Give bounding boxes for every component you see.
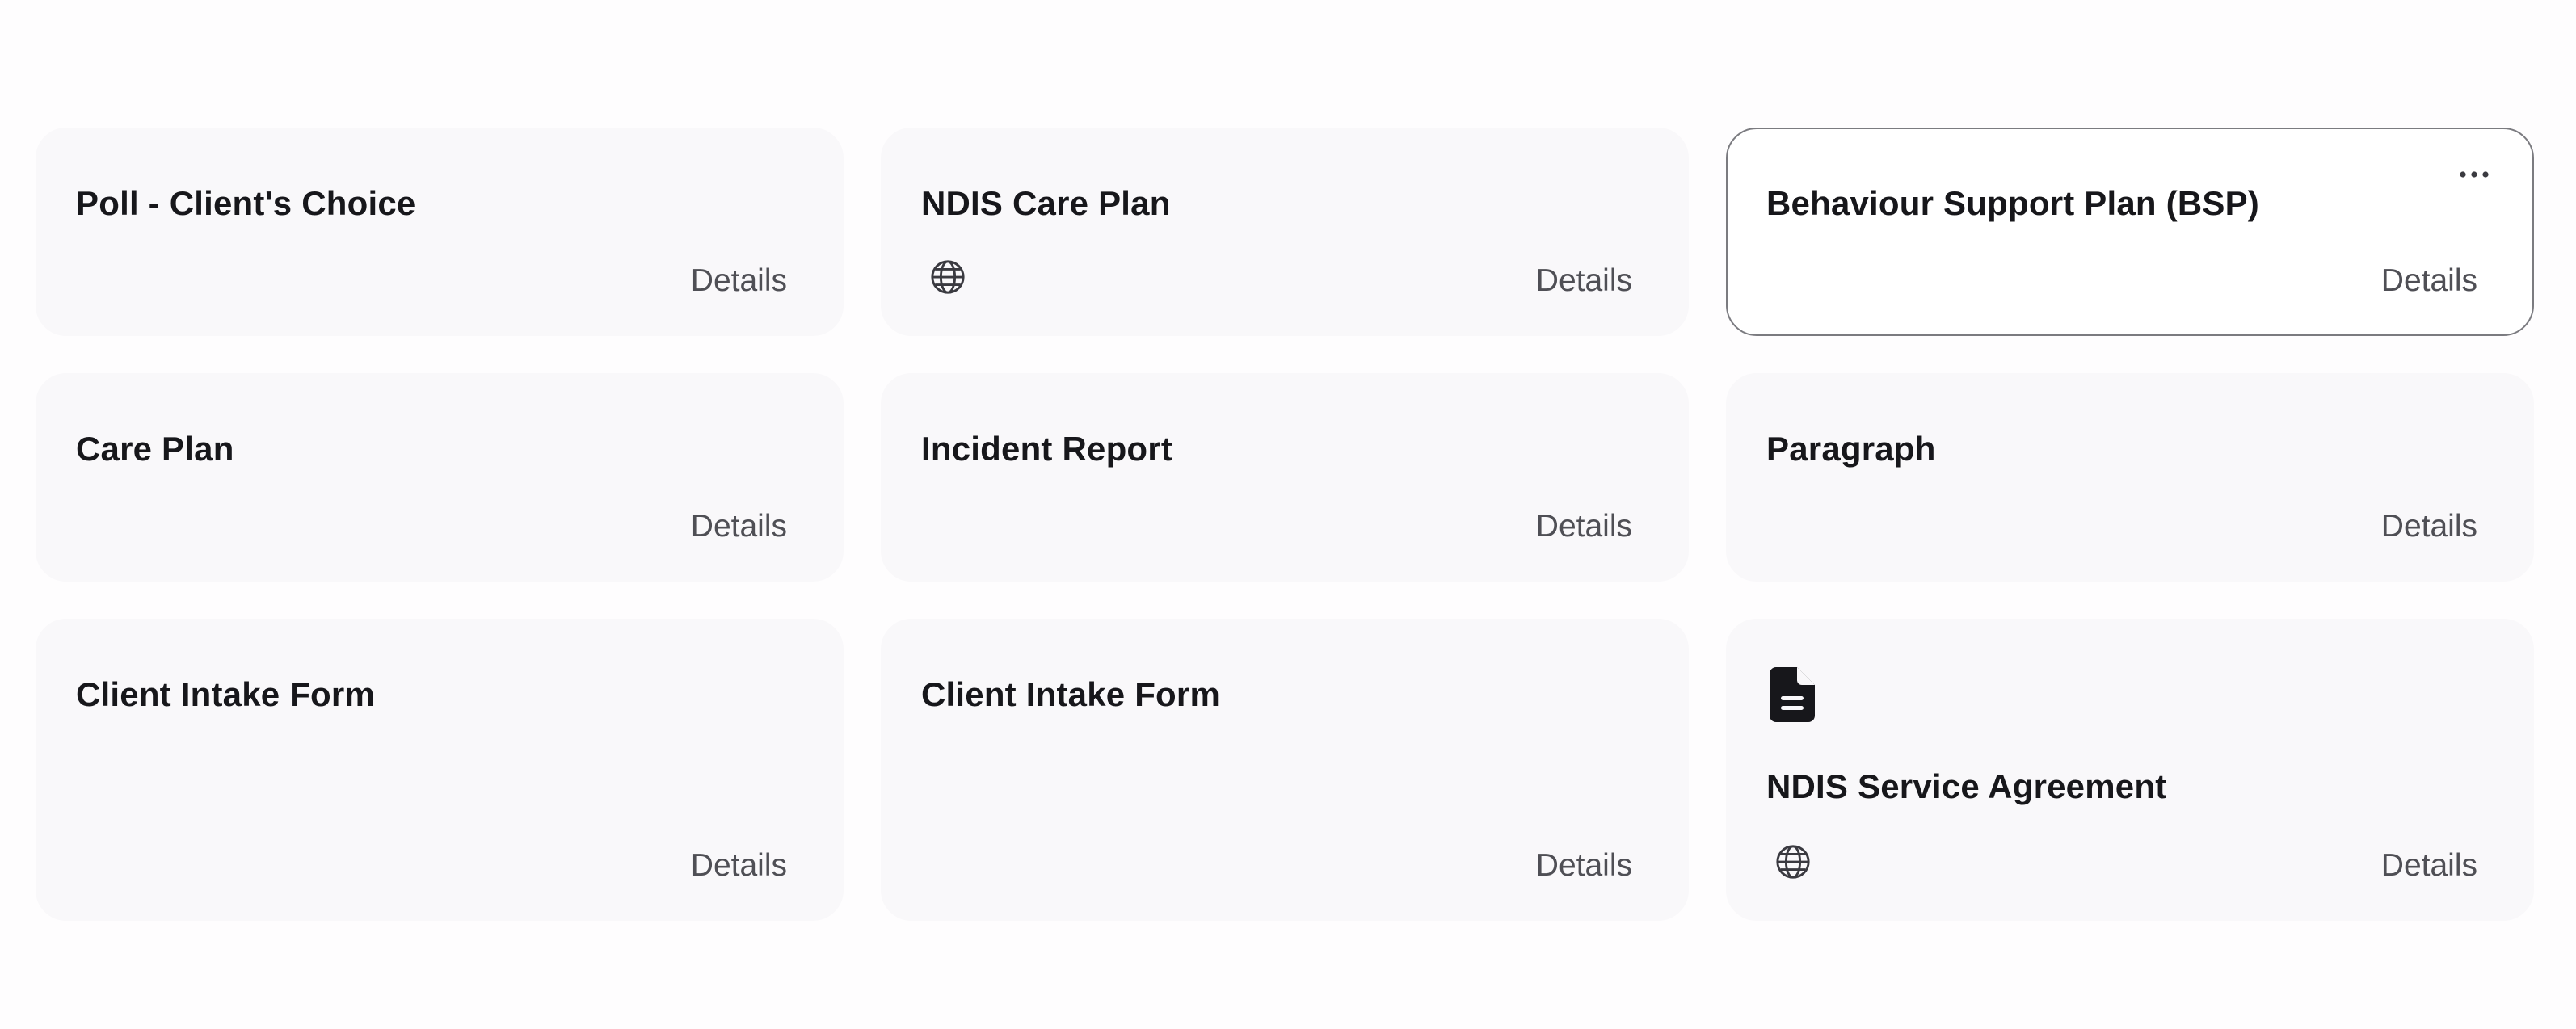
template-card[interactable]: Paragraph Details [1726,373,2534,582]
details-link[interactable]: Details [691,509,787,544]
card-title: Poll - Client's Choice [76,184,416,222]
template-card[interactable]: Client Intake Form Details [36,619,844,921]
template-card[interactable]: Client Intake Form Details [881,619,1689,921]
template-card[interactable]: Poll - Client's Choice Details [36,128,844,336]
more-horizontal-icon[interactable] [2456,165,2492,184]
template-card[interactable]: Incident Report Details [881,373,1689,582]
details-link[interactable]: Details [691,848,787,884]
templates-grid: Poll - Client's Choice Details NDIS Care… [36,128,2534,921]
details-link[interactable]: Details [1536,263,1632,299]
card-title: Behaviour Support Plan (BSP) [1766,184,2259,222]
details-link[interactable]: Details [1536,848,1632,884]
template-card[interactable]: Care Plan Details [36,373,844,582]
details-link[interactable]: Details [2381,263,2477,299]
details-link[interactable]: Details [691,263,787,299]
card-title: NDIS Service Agreement [1766,767,2167,805]
details-link[interactable]: Details [1536,509,1632,544]
globe-icon [1776,845,1810,879]
details-link[interactable]: Details [2381,509,2477,544]
card-title: Care Plan [76,430,234,468]
details-link[interactable]: Details [2381,848,2477,884]
template-card[interactable]: NDIS Care Plan Details [881,128,1689,336]
document-icon [1770,667,1815,722]
card-title: Client Intake Form [76,675,375,713]
card-title: NDIS Care Plan [921,184,1171,222]
card-title: Incident Report [921,430,1173,468]
template-card[interactable]: NDIS Service Agreement Details [1726,619,2534,921]
card-title: Client Intake Form [921,675,1220,713]
card-title: Paragraph [1766,430,1936,468]
template-card-selected[interactable]: Behaviour Support Plan (BSP) Details [1726,128,2534,336]
globe-icon [931,260,965,294]
